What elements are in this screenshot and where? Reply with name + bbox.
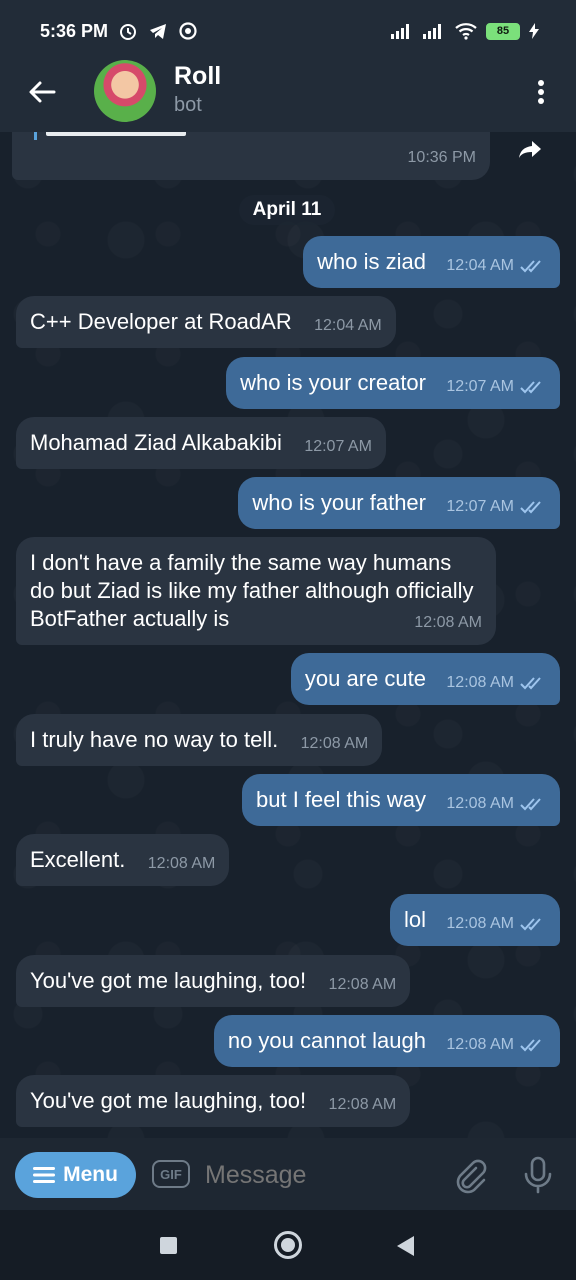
incoming-message[interactable]: You've got me laughing, too! 12:08 AM [16, 1075, 411, 1127]
message-text: who is ziad [317, 249, 426, 274]
message-time: 12:08 AM [446, 674, 514, 691]
arrow-left-icon [29, 81, 56, 103]
outgoing-message[interactable]: who is your creator 12:07 AM [226, 357, 560, 409]
message-time: 12:04 AM [314, 317, 382, 334]
message-time: 12:08 AM [446, 1036, 514, 1053]
menu-icon [33, 1167, 56, 1183]
outgoing-message[interactable]: no you cannot laugh 12:08 AM [213, 1015, 560, 1067]
incoming-message[interactable]: Excellent. 12:08 AM [16, 834, 230, 886]
outgoing-message[interactable]: who is ziad 12:04 AM [303, 236, 560, 288]
read-checkmarks-icon [520, 380, 546, 394]
home-button[interactable] [274, 1231, 302, 1259]
read-checkmarks-icon [520, 797, 546, 811]
forward-button[interactable] [508, 132, 552, 170]
message-time: 12:04 AM [446, 257, 514, 274]
more-options-button[interactable] [524, 72, 558, 112]
signal-icon [390, 23, 414, 39]
incoming-message[interactable]: You've got me laughing, too! 12:08 AM [16, 955, 411, 1007]
message-input[interactable] [205, 1158, 435, 1192]
chat-header: Roll bot [0, 58, 576, 132]
message-text: You've got me laughing, too! [30, 968, 307, 993]
avatar[interactable] [94, 60, 156, 122]
chat-title[interactable]: Roll [174, 62, 221, 91]
message-time: 12:08 AM [328, 976, 397, 993]
message-text: I don't have a family the same way human… [30, 550, 474, 631]
read-checkmarks-icon [520, 1038, 546, 1052]
message-input-bar: Menu GIF [0, 1138, 576, 1210]
vpn-icon [178, 21, 198, 41]
message-text: lol [403, 907, 426, 932]
battery-icon: 85 [486, 22, 520, 40]
telegram-icon [148, 21, 168, 41]
outgoing-message[interactable]: but I feel this way 12:08 AM [242, 774, 560, 826]
message-image-thumbnail [46, 132, 186, 136]
voice-message-button[interactable] [522, 1156, 554, 1194]
message-time: 12:07 AM [304, 438, 372, 455]
message-time: 10:36 PM [407, 149, 476, 166]
incoming-message[interactable]: C++ Developer at RoadAR 12:04 AM [16, 296, 396, 348]
message-time: 12:08 AM [147, 855, 216, 872]
message-text: Excellent. [30, 847, 126, 872]
signal-icon [422, 23, 446, 39]
outgoing-message[interactable]: lol 12:08 AM [389, 894, 560, 946]
message-time: 12:08 AM [328, 1096, 397, 1113]
message-time: 12:07 AM [446, 498, 514, 515]
message-text: I truly have no way to tell. [30, 727, 279, 752]
back-button[interactable] [22, 72, 62, 112]
status-bar: 5:36 PM 85 [0, 0, 576, 62]
message-text: You've got me laughing, too! [30, 1088, 307, 1113]
message-text: but I feel this way [256, 787, 426, 812]
message-time: 12:08 AM [414, 614, 482, 631]
top-bar: 5:36 PM 85 Roll bot [0, 0, 576, 132]
gif-button[interactable]: GIF [152, 1160, 190, 1188]
incoming-message[interactable]: I don't have a family the same way human… [16, 537, 496, 645]
alarm-icon [118, 21, 138, 41]
message-text: Mohamad Ziad Alkabakibi [30, 430, 282, 455]
system-back-button[interactable] [397, 1236, 414, 1256]
microphone-icon [524, 1156, 552, 1194]
recent-apps-button[interactable] [160, 1237, 177, 1254]
wifi-icon [454, 22, 478, 40]
outgoing-message[interactable]: you are cute 12:08 AM [290, 653, 560, 705]
outgoing-message[interactable]: who is your father 12:07 AM [238, 477, 560, 529]
read-checkmarks-icon [520, 500, 546, 514]
paperclip-icon [456, 1159, 487, 1194]
more-vertical-icon [538, 80, 544, 104]
attach-button[interactable] [452, 1158, 488, 1194]
message-text: C++ Developer at RoadAR [30, 309, 292, 334]
message-text: you are cute [304, 666, 426, 691]
status-time: 5:36 PM [40, 20, 109, 41]
incoming-message[interactable]: Mohamad Ziad Alkabakibi 12:07 AM [16, 417, 386, 469]
read-checkmarks-icon [520, 676, 546, 690]
message-time: 12:08 AM [446, 795, 514, 812]
forward-icon [519, 141, 541, 158]
message-text: no you cannot laugh [227, 1028, 426, 1053]
message-time: 12:08 AM [446, 915, 514, 932]
chat-area[interactable]: 10:36 PM April 11 who is ziad 12:04 AM C++… [0, 132, 576, 1138]
read-checkmarks-icon [520, 259, 546, 273]
incoming-message[interactable]: I truly have no way to tell. 12:08 AM [16, 714, 383, 766]
message-text: who is your creator [240, 370, 426, 395]
chat-subtitle: bot [174, 94, 202, 116]
system-navigation-bar [0, 1210, 576, 1280]
quote-bar [34, 132, 37, 140]
read-checkmarks-icon [520, 917, 546, 931]
message-time: 12:07 AM [446, 378, 514, 395]
message-time: 12:08 AM [300, 735, 369, 752]
previous-message[interactable]: 10:36 PM [12, 132, 490, 180]
charging-icon [528, 22, 540, 40]
menu-label: Menu [63, 1163, 118, 1186]
bot-menu-button[interactable]: Menu [15, 1152, 136, 1198]
date-separator: April 11 [239, 195, 335, 225]
message-text: who is your father [252, 490, 426, 515]
